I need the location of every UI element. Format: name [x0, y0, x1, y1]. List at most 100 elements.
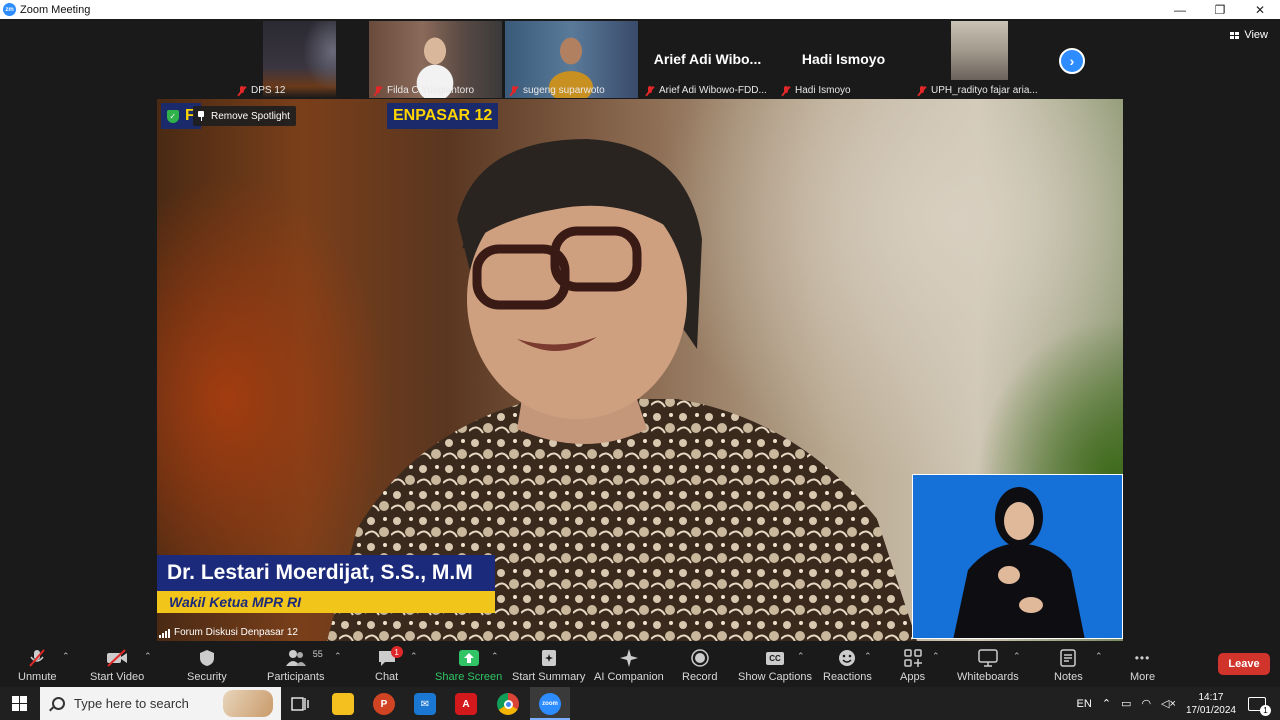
interpreter-figure	[953, 487, 1085, 638]
zoom-window: zm Zoom Meeting — ❐ ✕ DPS 12 Filda C Yus…	[0, 0, 1280, 720]
captions-options-caret-icon[interactable]: ⌃	[797, 651, 805, 662]
participant-thumbnail[interactable]: sugeng suparwoto	[505, 21, 638, 98]
language-indicator[interactable]: EN	[1077, 698, 1092, 710]
show-hidden-icons-chevron-icon[interactable]: ⌃	[1102, 697, 1111, 710]
participant-name-tag: Filda C Yusgiantoro	[373, 85, 474, 96]
ai-companion-button[interactable]: AI Companion	[594, 645, 664, 687]
participant-thumbnail[interactable]: UPH_radityo fajar aria...	[913, 21, 1046, 98]
unmute-button[interactable]: Unmute	[18, 645, 57, 687]
notification-center-icon[interactable]: 1	[1248, 696, 1271, 716]
summary-icon	[538, 649, 560, 667]
speaker-name-caption: Dr. Lestari Moerdijat, S.S., M.M	[157, 555, 495, 591]
shield-check-icon: ✓	[167, 109, 179, 123]
speaker-role-caption: Wakil Ketua MPR RI	[157, 591, 495, 613]
participants-button[interactable]: 55 Participants	[267, 645, 324, 687]
close-button[interactable]: ✕	[1240, 0, 1280, 19]
participant-thumbnail[interactable]: Hadi Ismoyo Hadi Ismoyo	[777, 21, 910, 98]
remove-spotlight-button[interactable]: Remove Spotlight	[193, 106, 296, 126]
task-view-icon[interactable]	[289, 693, 311, 715]
chevron-right-icon: ›	[1069, 53, 1075, 69]
mic-muted-icon	[237, 85, 247, 96]
start-summary-button[interactable]: Start Summary	[512, 645, 585, 687]
chat-icon: 1	[376, 646, 403, 667]
share-screen-icon	[458, 649, 480, 667]
participant-name-label: Forum Diskusi Denpasar 12	[159, 627, 298, 638]
system-tray: EN ⌃ ▭ ◠ ◁× 14:17 17/01/2024 1	[1077, 687, 1280, 720]
video-options-caret-icon[interactable]: ⌃	[144, 651, 152, 662]
more-button[interactable]: ••• More	[1130, 645, 1155, 687]
windows-taskbar: Type here to search P ✉ A zoom EN ⌃ ▭ ◠ …	[0, 687, 1280, 720]
windows-start-icon[interactable]	[12, 696, 27, 711]
notes-icon	[1057, 649, 1079, 667]
chat-button[interactable]: 1 Chat	[375, 645, 403, 687]
share-options-caret-icon[interactable]: ⌃	[491, 651, 499, 662]
notes-options-caret-icon[interactable]: ⌃	[1095, 651, 1103, 662]
signal-strength-icon	[159, 629, 170, 638]
closed-captions-icon: CC	[764, 649, 786, 667]
battery-icon[interactable]: ▭	[1121, 697, 1131, 710]
more-dots-icon: •••	[1134, 651, 1151, 665]
acrobat-icon[interactable]: A	[455, 693, 477, 715]
participant-thumbnail[interactable]: Arief Adi Wibo... Arief Adi Wibowo-FDD..…	[641, 21, 774, 98]
meeting-toolbar: Unmute ⌃ Start Video ⌃ Security 55 Parti…	[0, 645, 1280, 687]
window-title: Zoom Meeting	[20, 3, 91, 16]
microphone-muted-icon	[26, 649, 48, 667]
notes-button[interactable]: Notes	[1054, 645, 1083, 687]
meeting-area: DPS 12 Filda C Yusgiantoro sugeng suparw…	[0, 19, 1280, 645]
powerpoint-icon[interactable]: P	[373, 693, 395, 715]
minimize-button[interactable]: —	[1160, 0, 1200, 19]
search-highlight-image	[223, 690, 273, 717]
start-video-button[interactable]: Start Video	[90, 645, 144, 687]
whiteboard-icon	[977, 649, 999, 667]
pin-icon	[197, 111, 205, 121]
mail-icon[interactable]: ✉	[414, 693, 436, 715]
clock-date: 17/01/2024	[1185, 704, 1236, 716]
participant-thumbnail[interactable]: Filda C Yusgiantoro	[369, 21, 502, 98]
participant-video	[951, 21, 1008, 80]
sparkle-icon	[618, 649, 640, 667]
smiley-icon	[836, 649, 858, 667]
mic-muted-icon	[509, 85, 519, 96]
participant-thumbnail[interactable]: DPS 12	[233, 21, 366, 98]
taskbar-search-input[interactable]: Type here to search	[40, 687, 281, 720]
restore-button[interactable]: ❐	[1200, 0, 1240, 19]
zoom-logo-icon: zm	[3, 3, 16, 16]
next-page-button[interactable]: ›	[1059, 48, 1085, 74]
whiteboards-button[interactable]: Whiteboards	[957, 645, 1019, 687]
participant-avatar-name: Hadi Ismoyo	[801, 51, 886, 67]
window-controls: — ❐ ✕	[1160, 0, 1280, 19]
file-explorer-icon[interactable]	[332, 693, 354, 715]
participant-name-tag: sugeng suparwoto	[509, 85, 605, 96]
security-button[interactable]: Security	[187, 645, 227, 687]
participant-avatar-name: Arief Adi Wibo...	[653, 51, 762, 67]
shield-icon	[196, 649, 218, 667]
audio-options-caret-icon[interactable]: ⌃	[62, 651, 70, 662]
volume-muted-icon[interactable]: ◁×	[1161, 697, 1176, 710]
participant-strip: DPS 12 Filda C Yusgiantoro sugeng suparw…	[233, 21, 1049, 98]
apps-button[interactable]: Apps	[900, 645, 925, 687]
channel-badge: ENPASAR 12	[387, 103, 499, 129]
record-button[interactable]: Record	[682, 645, 717, 687]
mic-muted-icon	[917, 85, 927, 96]
apps-icon	[902, 649, 924, 667]
zoom-taskbar-button[interactable]: zoom	[530, 687, 570, 720]
taskbar-clock[interactable]: 14:17 17/01/2024	[1186, 691, 1236, 717]
whiteboards-options-caret-icon[interactable]: ⌃	[1013, 651, 1021, 662]
participants-options-caret-icon[interactable]: ⌃	[334, 651, 342, 662]
wifi-icon[interactable]: ◠	[1141, 697, 1151, 710]
search-icon	[52, 697, 65, 710]
participant-name-tag: Arief Adi Wibowo-FDD...	[645, 85, 767, 96]
chrome-icon[interactable]	[497, 693, 519, 715]
participant-name-tag: Hadi Ismoyo	[781, 85, 851, 96]
sign-language-video[interactable]	[912, 474, 1123, 639]
clock-time: 14:17	[1198, 691, 1224, 703]
apps-options-caret-icon[interactable]: ⌃	[932, 651, 940, 662]
leave-button[interactable]: Leave	[1218, 653, 1270, 675]
view-button[interactable]: View	[1230, 29, 1268, 41]
title-bar: zm Zoom Meeting — ❐ ✕	[0, 0, 1280, 19]
participant-name-tag: DPS 12	[237, 85, 285, 96]
reactions-options-caret-icon[interactable]: ⌃	[864, 651, 872, 662]
mic-muted-icon	[645, 85, 655, 96]
chat-options-caret-icon[interactable]: ⌃	[410, 651, 418, 662]
record-icon	[689, 649, 711, 667]
